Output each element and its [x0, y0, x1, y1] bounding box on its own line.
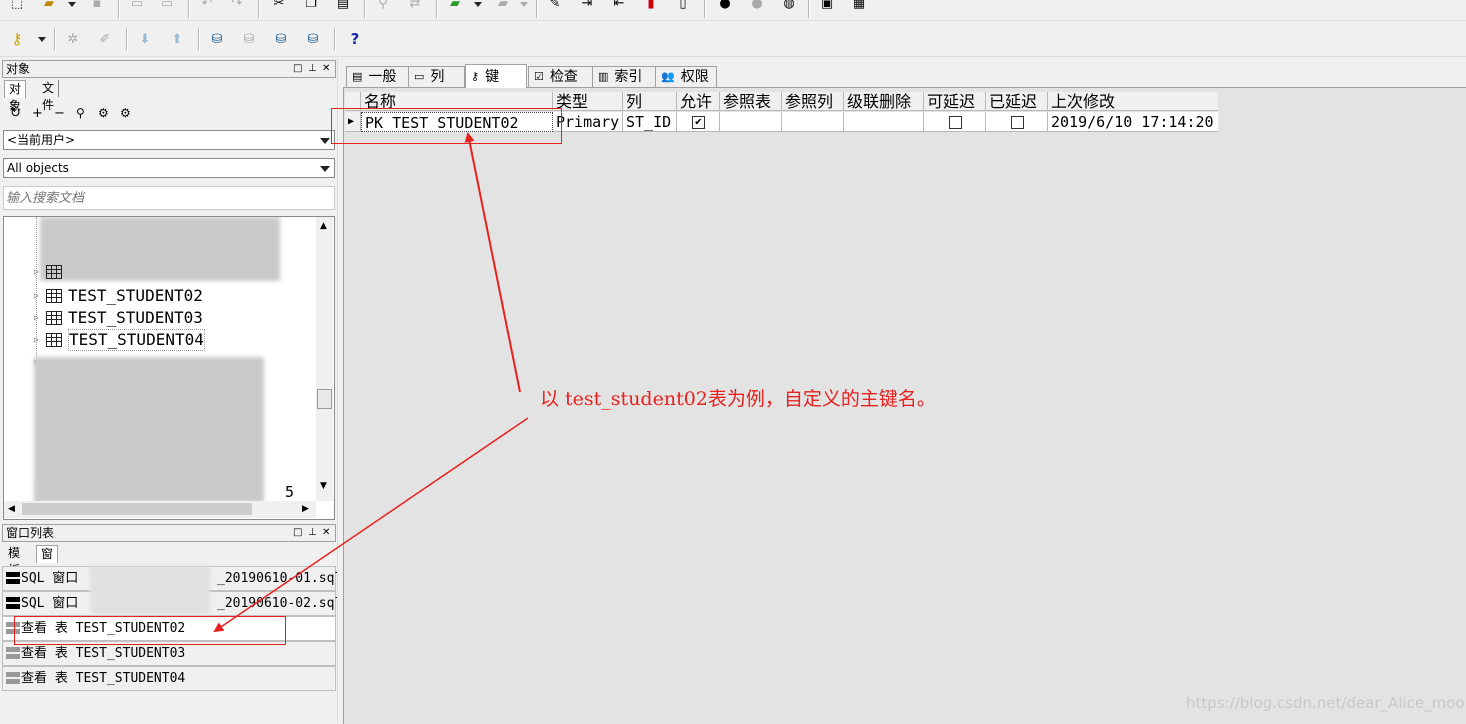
- arrow-to-window-item: [213, 417, 529, 633]
- tab-label: 键: [485, 68, 500, 85]
- keys-icon: ⚷: [471, 69, 480, 83]
- arrow-to-key-name: [464, 132, 521, 393]
- watermark: https://blog.csdn.net/dear_Alice_moon: [1186, 694, 1466, 712]
- tab-keys[interactable]: ⚷ 键: [465, 64, 527, 88]
- annotation-text: 以 test_student02表为例，自定义的主键名。: [540, 388, 936, 410]
- annotation-arrows: [213, 132, 529, 633]
